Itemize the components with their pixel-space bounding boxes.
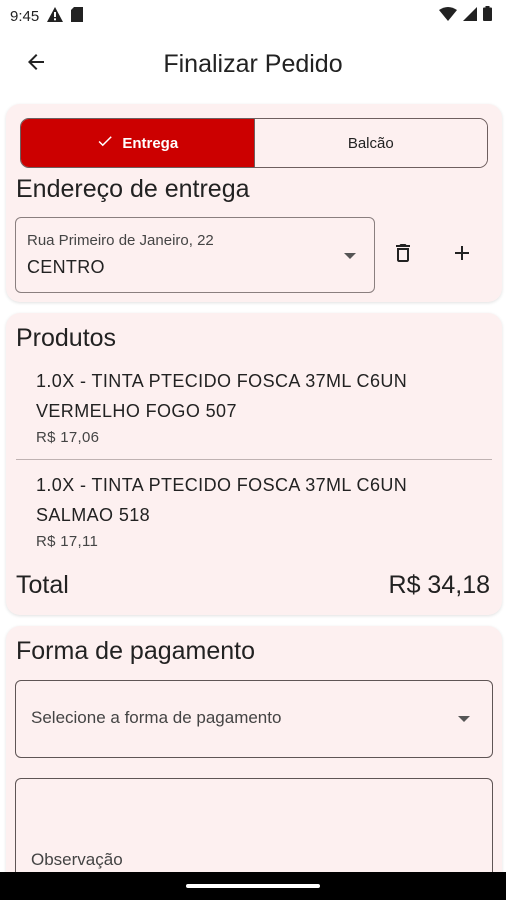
payment-section-title: Forma de pagamento xyxy=(16,637,256,665)
delivery-option-label: Entrega xyxy=(122,134,179,152)
status-left: 9:45 xyxy=(10,6,84,26)
battery-icon xyxy=(483,6,492,26)
address-dropdown[interactable]: Rua Primeiro de Janeiro, 22 CENTRO xyxy=(15,217,375,293)
signal-icon xyxy=(463,6,477,26)
page-title: Finalizar Pedido xyxy=(163,49,343,78)
payment-method-dropdown[interactable]: Selecione a forma de pagamento xyxy=(15,680,493,758)
add-address-button[interactable] xyxy=(442,235,482,275)
status-right xyxy=(439,6,492,26)
product-name-line1: 1.0X - TINTA PTECIDO FOSCA 37ML C6UN xyxy=(36,371,408,391)
delivery-option-label: Balcão xyxy=(347,134,394,152)
total-label: Total xyxy=(16,571,69,599)
delivery-option-entrega[interactable]: Entrega xyxy=(21,119,255,167)
address-section-title: Endereço de entrega xyxy=(16,175,250,203)
app-bar: Finalizar Pedido xyxy=(0,32,506,96)
delivery-type-toggle: Entrega Balcão xyxy=(20,118,488,168)
product-name-line1: 1.0X - TINTA PTECIDO FOSCA 37ML C6UN xyxy=(36,475,408,495)
sd-card-icon xyxy=(71,6,84,26)
address-street: Rua Primeiro de Janeiro, 22 xyxy=(27,232,214,249)
trash-icon xyxy=(391,241,415,270)
products-section-title: Produtos xyxy=(16,324,117,352)
delete-address-button[interactable] xyxy=(383,235,423,275)
product-name-line2: VERMELHO FOGO 507 xyxy=(36,401,237,421)
total-value: R$ 34,18 xyxy=(388,571,490,599)
dropdown-arrow-icon xyxy=(344,253,356,259)
status-time: 9:45 xyxy=(10,7,40,25)
check-icon xyxy=(96,132,114,154)
dropdown-arrow-icon xyxy=(458,716,470,722)
delivery-address-card: Entrega Balcão Endereço de entrega Rua P… xyxy=(6,104,502,302)
product-price: R$ 17,06 xyxy=(36,429,100,446)
products-card: Produtos 1.0X - TINTA PTECIDO FOSCA 37ML… xyxy=(6,313,502,615)
product-price: R$ 17,11 xyxy=(36,533,99,550)
system-nav-bar xyxy=(0,872,506,900)
address-district: CENTRO xyxy=(27,257,105,277)
payment-method-placeholder: Selecione a forma de pagamento xyxy=(31,708,282,727)
observation-label: Observação xyxy=(31,850,123,869)
home-gesture-handle[interactable] xyxy=(186,884,320,888)
product-item: 1.0X - TINTA PTECIDO FOSCA 37ML C6UN SAL… xyxy=(36,470,486,550)
product-name-line2: SALMAO 518 xyxy=(36,505,151,525)
delivery-option-balcao[interactable]: Balcão xyxy=(254,119,487,167)
payment-card: Forma de pagamento Selecione a forma de … xyxy=(6,626,502,900)
status-bar: 9:45 xyxy=(0,0,506,32)
product-divider xyxy=(16,459,492,460)
product-item: 1.0X - TINTA PTECIDO FOSCA 37ML C6UN VER… xyxy=(36,366,486,446)
arrow-left-icon xyxy=(24,50,48,79)
wifi-icon xyxy=(439,6,457,26)
plus-icon xyxy=(450,241,474,270)
back-button[interactable] xyxy=(8,36,64,92)
alert-icon xyxy=(47,6,64,26)
